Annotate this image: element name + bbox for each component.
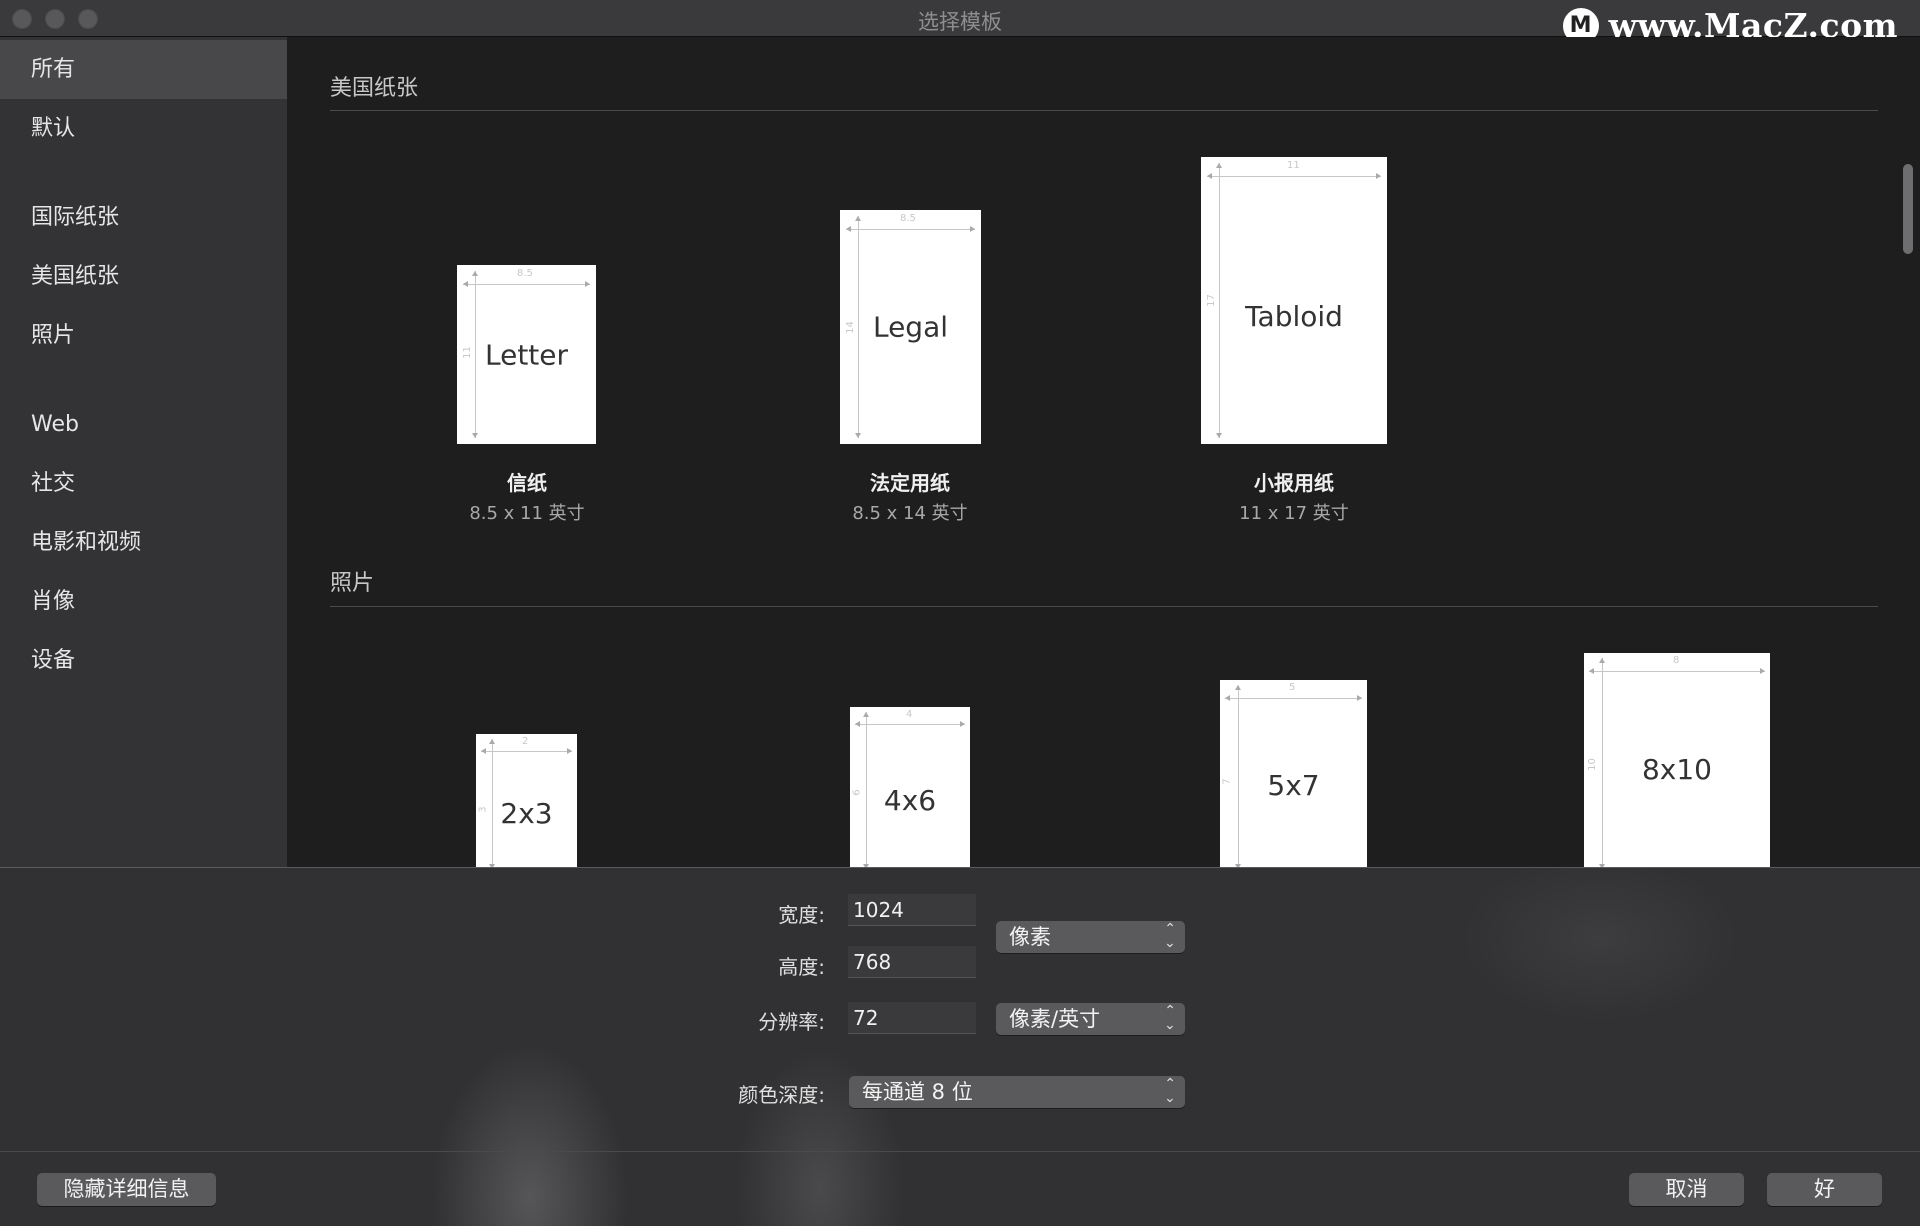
cancel-button[interactable]: 取消 xyxy=(1629,1173,1744,1206)
color-depth-label: 颜色深度: xyxy=(625,1079,825,1108)
color-depth-value: 每通道 8 位 xyxy=(862,1080,973,1104)
template-size: 8.5 x 11 英寸 xyxy=(427,499,627,525)
sidebar-item-international-paper[interactable]: 国际纸张 xyxy=(0,188,287,247)
width-dimension-value: 2 xyxy=(522,736,528,747)
template-name: 小报用纸 xyxy=(1194,467,1394,496)
updown-chevron-icon: ⌃⌃ xyxy=(1164,921,1176,949)
resolution-label: 分辨率: xyxy=(625,1006,825,1035)
size-unit-value: 像素 xyxy=(1009,925,1051,949)
section-title-photo: 照片 xyxy=(330,565,374,597)
updown-chevron-icon: ⌃⌃ xyxy=(1164,1003,1176,1031)
color-depth-select[interactable]: 每通道 8 位 ⌃⌃ xyxy=(849,1076,1185,1108)
width-dimension-value: 11 xyxy=(1287,160,1300,171)
height-field[interactable]: 768 xyxy=(848,946,976,978)
width-dimension-value: 4 xyxy=(906,709,912,720)
footer-divider xyxy=(0,1151,1920,1152)
width-dimension-line xyxy=(1207,176,1381,177)
sidebar-item-web[interactable]: Web xyxy=(0,395,287,454)
sidebar-item-label: 电影和视频 xyxy=(31,530,141,555)
template-size: 8.5 x 14 英寸 xyxy=(810,499,1010,525)
gallery-scrollbar[interactable] xyxy=(1903,164,1913,254)
sidebar-item-label: Web xyxy=(31,412,79,437)
sidebar-item-all[interactable]: 所有 xyxy=(0,40,287,99)
sidebar-item-film-video[interactable]: 电影和视频 xyxy=(0,513,287,572)
resolution-unit-value: 像素/英寸 xyxy=(1009,1007,1100,1031)
template-thumb-8x10[interactable]: 8 10 8x10 xyxy=(1584,653,1770,867)
template-thumb-label: 5x7 xyxy=(1220,769,1367,802)
sidebar-item-label: 美国纸张 xyxy=(31,264,119,289)
width-dimension-line xyxy=(846,229,975,230)
template-gallery: 美国纸张 8.5 11 Letter 信纸 8.5 x 11 英寸 8.5 14… xyxy=(287,37,1920,867)
template-name: 法定用纸 xyxy=(810,467,1010,496)
width-dimension-line xyxy=(463,284,590,285)
sidebar-item-label: 国际纸张 xyxy=(31,205,119,230)
sidebar-item-label: 默认 xyxy=(31,116,75,141)
width-dimension-value: 8 xyxy=(1673,655,1679,666)
sidebar-item-portrait[interactable]: 肖像 xyxy=(0,572,287,631)
width-dimension-line xyxy=(855,724,965,725)
resolution-field[interactable]: 72 xyxy=(848,1002,976,1034)
sidebar-item-photo[interactable]: 照片 xyxy=(0,306,287,365)
section-title-us-paper: 美国纸张 xyxy=(330,70,418,102)
template-thumb-label: Legal xyxy=(840,311,981,344)
height-label: 高度: xyxy=(625,951,825,980)
sidebar-item-label: 社交 xyxy=(31,471,75,496)
width-dimension-line xyxy=(1589,671,1765,672)
sidebar-item-social[interactable]: 社交 xyxy=(0,454,287,513)
template-thumb-label: Letter xyxy=(457,338,596,371)
section-divider xyxy=(330,110,1878,111)
size-unit-select[interactable]: 像素 ⌃⌃ xyxy=(996,921,1185,953)
sidebar-item-label: 所有 xyxy=(31,57,75,82)
template-thumb-4x6[interactable]: 4 6 4x6 xyxy=(850,707,970,867)
template-thumb-legal[interactable]: 8.5 14 Legal xyxy=(840,210,981,444)
category-sidebar: 所有 默认 国际纸张 美国纸张 照片 Web 社交 电影和视频 肖像 设备 xyxy=(0,37,287,867)
width-dimension-line xyxy=(481,751,572,752)
width-label: 宽度: xyxy=(625,899,825,928)
template-thumb-tabloid[interactable]: 11 17 Tabloid xyxy=(1201,157,1387,444)
section-divider xyxy=(330,606,1878,607)
width-dimension-value: 5 xyxy=(1289,682,1295,693)
template-thumb-label: Tabloid xyxy=(1201,300,1387,333)
ok-button[interactable]: 好 xyxy=(1767,1173,1882,1206)
sidebar-item-device[interactable]: 设备 xyxy=(0,631,287,690)
template-thumb-5x7[interactable]: 5 7 5x7 xyxy=(1220,680,1367,867)
width-dimension-value: 8.5 xyxy=(517,268,533,279)
sidebar-item-default[interactable]: 默认 xyxy=(0,99,287,158)
template-thumb-letter[interactable]: 8.5 11 Letter xyxy=(457,265,596,444)
width-field[interactable]: 1024 xyxy=(848,894,976,926)
template-thumb-2x3[interactable]: 2 3 2x3 xyxy=(476,734,577,867)
updown-chevron-icon: ⌃⌃ xyxy=(1164,1076,1176,1104)
template-size: 11 x 17 英寸 xyxy=(1194,499,1394,525)
width-dimension-line xyxy=(1225,698,1362,699)
resolution-unit-select[interactable]: 像素/英寸 ⌃⌃ xyxy=(996,1003,1185,1035)
template-name: 信纸 xyxy=(427,467,627,496)
sidebar-item-label: 肖像 xyxy=(31,589,75,614)
hide-details-button[interactable]: 隐藏详细信息 xyxy=(37,1173,216,1206)
sidebar-item-label: 设备 xyxy=(31,648,75,673)
sidebar-item-label: 照片 xyxy=(31,323,75,348)
template-thumb-label: 2x3 xyxy=(476,797,577,830)
width-dimension-value: 8.5 xyxy=(900,213,916,224)
details-panel: 宽度: 1024 高度: 768 像素 ⌃⌃ 分辨率: 72 像素/英寸 ⌃⌃ … xyxy=(0,867,1920,1226)
sidebar-item-us-paper[interactable]: 美国纸张 xyxy=(0,247,287,306)
template-thumb-label: 4x6 xyxy=(850,784,970,817)
template-thumb-label: 8x10 xyxy=(1584,753,1770,786)
title-bar: 选择模板 M www.MacZ.com xyxy=(0,0,1920,37)
